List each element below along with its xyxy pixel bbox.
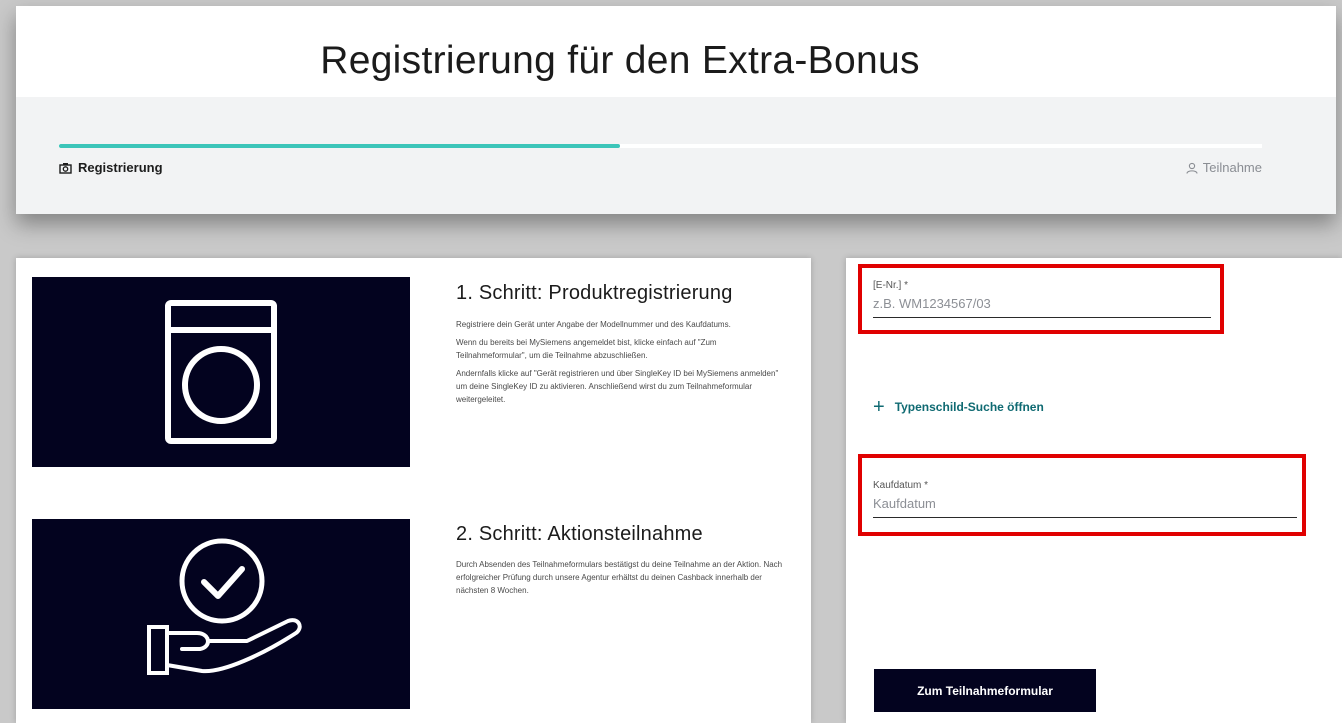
step-2-text: Durch Absenden des Teilnahmeformulars be… bbox=[456, 558, 786, 602]
type-plate-search-label: Typenschild-Suche öffnen bbox=[894, 400, 1044, 414]
registration-header: Registrierung für den Extra-Bonus Regist… bbox=[16, 6, 1336, 214]
progress-bar bbox=[59, 144, 1262, 148]
step-teilnahme: Teilnahme bbox=[1186, 160, 1262, 175]
progress-fill bbox=[59, 144, 620, 148]
user-icon bbox=[1186, 162, 1198, 174]
step-2-image bbox=[32, 519, 410, 709]
step-1-paragraph: Registriere dein Gerät unter Angabe der … bbox=[456, 320, 731, 329]
title-band: Registrierung für den Extra-Bonus bbox=[16, 6, 1336, 97]
registration-form-panel: [E-Nr.] * + Typenschild-Suche öffnen Kau… bbox=[846, 258, 1342, 723]
step-registrierung: Registrierung bbox=[59, 160, 163, 175]
step-1-image bbox=[32, 277, 410, 467]
highlight-box-enr bbox=[858, 264, 1224, 334]
step-1-paragraph: Wenn du bereits bei MySiemens angemeldet… bbox=[456, 338, 717, 360]
hand-checkmark-icon bbox=[147, 538, 302, 675]
submit-button[interactable]: Zum Teilnahmeformular bbox=[874, 669, 1096, 712]
highlight-box-kaufdatum bbox=[858, 454, 1306, 536]
camera-icon bbox=[59, 162, 72, 174]
step-registrierung-label: Registrierung bbox=[78, 160, 163, 175]
plus-icon: + bbox=[873, 396, 885, 418]
step-1-heading: 1. Schritt: Produktregistrierung bbox=[456, 282, 733, 304]
step-2-heading: 2. Schritt: Aktionsteilnahme bbox=[456, 523, 703, 545]
steps-panel: 1. Schritt: Produktregistrierung Registr… bbox=[16, 258, 811, 723]
type-plate-search-link[interactable]: + Typenschild-Suche öffnen bbox=[873, 397, 1044, 417]
step-1-paragraph: Andernfalls klicke auf "Gerät registrier… bbox=[456, 369, 779, 404]
washing-machine-icon bbox=[165, 300, 277, 444]
step-teilnahme-label: Teilnahme bbox=[1202, 160, 1262, 175]
step-1-text: Registriere dein Gerät unter Angabe der … bbox=[456, 318, 786, 411]
step-2-paragraph: Durch Absenden des Teilnahmeformulars be… bbox=[456, 560, 783, 595]
page-title: Registrierung für den Extra-Bonus bbox=[320, 39, 920, 82]
